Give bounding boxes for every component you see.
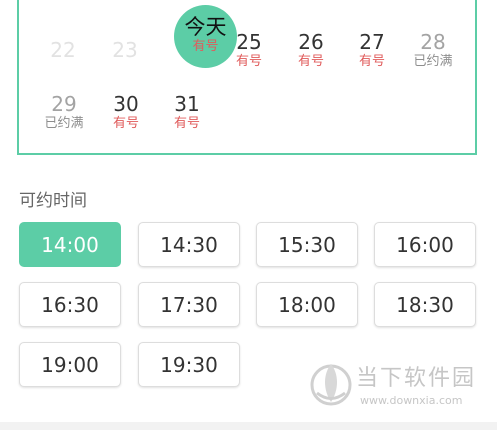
time-slot-1800[interactable]: 18:00 <box>256 282 358 327</box>
day-number: 29 <box>51 92 77 116</box>
time-slot-1730[interactable]: 17:30 <box>138 282 240 327</box>
calendar-day-28[interactable]: 28 已约满 <box>402 30 464 69</box>
calendar-day-26[interactable]: 26 有号 <box>280 30 342 69</box>
time-slot-1600[interactable]: 16:00 <box>374 222 476 267</box>
day-status: 有号 <box>173 116 200 131</box>
bottom-divider <box>0 422 497 430</box>
day-status: 有号 <box>358 54 385 69</box>
calendar-day-25[interactable]: 25 有号 <box>218 30 280 69</box>
time-slot-1830[interactable]: 18:30 <box>374 282 476 327</box>
day-number: 30 <box>113 92 139 116</box>
day-status: 有号 <box>235 54 262 69</box>
watermark-url: www.downxia.com <box>360 394 463 407</box>
day-number: 26 <box>298 30 324 54</box>
time-slot-1630[interactable]: 16:30 <box>19 282 121 327</box>
watermark-title: 当下软件园 <box>356 366 477 391</box>
calendar-day-27[interactable]: 27 有号 <box>341 30 403 69</box>
calendar-day-30[interactable]: 30 有号 <box>95 92 157 131</box>
time-slot-1430[interactable]: 14:30 <box>138 222 240 267</box>
day-status: 已约满 <box>413 54 453 69</box>
calendar-day-29[interactable]: 29 已约满 <box>33 92 95 131</box>
calendar-day-22: 22 <box>32 38 94 62</box>
day-number: 25 <box>236 30 262 54</box>
calendar-day-31[interactable]: 31 有号 <box>156 92 218 131</box>
day-status: 有号 <box>112 116 139 131</box>
time-slot-1900[interactable]: 19:00 <box>19 342 121 387</box>
calendar-card: 22 23 今天 有号 25 有号 26 有号 27 有号 28 已约满 29 … <box>17 0 477 155</box>
available-times-title: 可约时间 <box>19 191 87 211</box>
time-slot-1930[interactable]: 19:30 <box>138 342 240 387</box>
time-slot-1400[interactable]: 14:00 <box>19 222 121 267</box>
downxia-logo-icon <box>310 364 352 406</box>
time-slot-1530[interactable]: 15:30 <box>256 222 358 267</box>
day-number: 31 <box>174 92 200 116</box>
day-number: 27 <box>359 30 385 54</box>
watermark: 当下软件园 www.downxia.com <box>306 360 486 420</box>
day-status: 已约满 <box>44 116 84 131</box>
calendar-day-23: 23 <box>94 38 156 62</box>
day-number: 28 <box>420 30 446 54</box>
day-number: 22 <box>50 38 76 62</box>
day-status: 有号 <box>297 54 324 69</box>
day-number: 23 <box>112 38 138 62</box>
